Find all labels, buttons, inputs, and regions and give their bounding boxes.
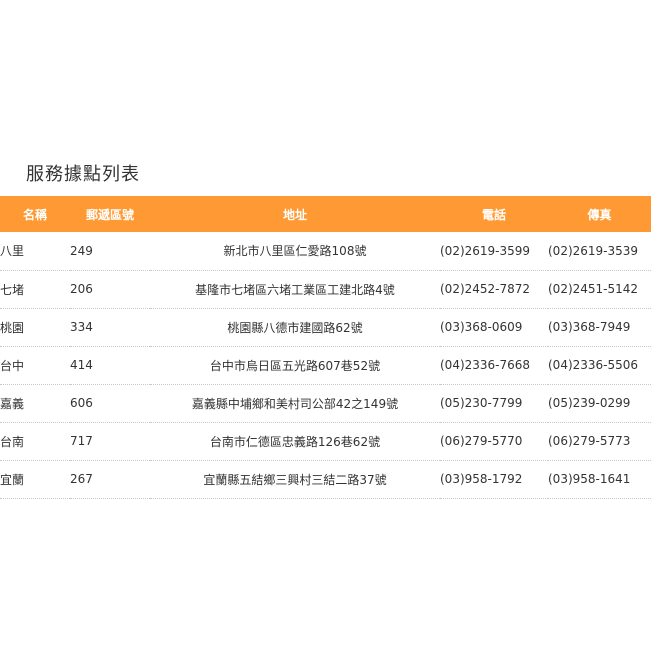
cell-fax: (06)279-5773 bbox=[548, 434, 631, 448]
cell-fax: (02)2451-5142 bbox=[548, 282, 639, 296]
header-phone: 電話 bbox=[481, 207, 506, 222]
cell-zip: 249 bbox=[70, 243, 93, 258]
cell-zip: 267 bbox=[70, 472, 93, 486]
cell-name: 七堵 bbox=[0, 282, 25, 297]
cell-phone: (04)2336-7668 bbox=[440, 358, 531, 372]
cell-fax: (03)958-1641 bbox=[548, 472, 631, 486]
cell-fax: (02)2619-3539 bbox=[548, 243, 639, 258]
cell-phone: (06)279-5770 bbox=[440, 434, 523, 448]
cell-address: 台南市仁德區忠義路126巷62號 bbox=[209, 434, 381, 449]
table-row: 宜蘭 267 宜蘭縣五結鄉三興村三結二路37號 (03)958-1792 (03… bbox=[0, 460, 651, 498]
cell-phone: (05)230-7799 bbox=[440, 396, 523, 410]
page-title: 服務據點列表 bbox=[26, 164, 140, 185]
cell-address: 宜蘭縣五結鄉三興村三結二路37號 bbox=[203, 472, 387, 487]
cell-zip: 334 bbox=[70, 320, 93, 334]
service-locations-table: 名稱 郵遞區號 地址 電話 傳真 八里 249 新北市八里區仁愛路108號 (0… bbox=[0, 196, 651, 499]
table-header: 名稱 郵遞區號 地址 電話 傳真 bbox=[0, 196, 651, 232]
table-row: 嘉義 606 嘉義縣中埔鄉和美村司公部42之149號 (05)230-7799 … bbox=[0, 384, 651, 422]
table-row: 七堵 206 基隆市七堵區六堵工業區工建北路4號 (02)2452-7872 (… bbox=[0, 270, 651, 308]
table-header-row: 名稱 郵遞區號 地址 電話 傳真 bbox=[0, 196, 651, 232]
cell-address: 桃園縣八德市建國路62號 bbox=[227, 320, 363, 335]
cell-fax: (03)368-7949 bbox=[548, 320, 631, 334]
header-zip: 郵遞區號 bbox=[85, 207, 134, 222]
table-row: 八里 249 新北市八里區仁愛路108號 (02)2619-3599 (02)2… bbox=[0, 232, 651, 270]
cell-name: 台南 bbox=[0, 434, 25, 449]
table-body: 八里 249 新北市八里區仁愛路108號 (02)2619-3599 (02)2… bbox=[0, 232, 651, 498]
cell-name: 桃園 bbox=[0, 320, 25, 335]
cell-zip: 206 bbox=[70, 282, 93, 296]
cell-zip: 717 bbox=[70, 434, 93, 448]
cell-fax: (04)2336-5506 bbox=[548, 358, 639, 372]
cell-address: 基隆市七堵區六堵工業區工建北路4號 bbox=[195, 282, 395, 297]
cell-phone: (02)2619-3599 bbox=[440, 243, 531, 258]
cell-name: 宜蘭 bbox=[0, 472, 25, 487]
header-address: 地址 bbox=[282, 207, 307, 222]
table-row: 桃園 334 桃園縣八德市建國路62號 (03)368-0609 (03)368… bbox=[0, 308, 651, 346]
cell-phone: (02)2452-7872 bbox=[440, 282, 531, 296]
table-row: 台南 717 台南市仁德區忠義路126巷62號 (06)279-5770 (06… bbox=[0, 422, 651, 460]
header-fax: 傳真 bbox=[587, 207, 612, 222]
table-row: 台中 414 台中市烏日區五光路607巷52號 (04)2336-7668 (0… bbox=[0, 346, 651, 384]
cell-address: 嘉義縣中埔鄉和美村司公部42之149號 bbox=[191, 396, 399, 411]
cell-phone: (03)368-0609 bbox=[440, 320, 523, 334]
service-locations-page: 服務據點列表 名稱 郵遞區號 地址 電話 傳真 八里 249 新北市八里區仁愛路… bbox=[0, 0, 651, 651]
cell-address: 新北市八里區仁愛路108號 bbox=[223, 244, 367, 259]
cell-fax: (05)239-0299 bbox=[548, 396, 631, 410]
cell-zip: 606 bbox=[70, 396, 93, 410]
cell-name: 台中 bbox=[0, 358, 25, 373]
cell-zip: 414 bbox=[70, 358, 93, 372]
cell-phone: (03)958-1792 bbox=[440, 472, 523, 486]
cell-address: 台中市烏日區五光路607巷52號 bbox=[209, 358, 381, 373]
header-name: 名稱 bbox=[22, 207, 47, 222]
cell-name: 嘉義 bbox=[0, 396, 25, 411]
cell-name: 八里 bbox=[0, 244, 25, 259]
